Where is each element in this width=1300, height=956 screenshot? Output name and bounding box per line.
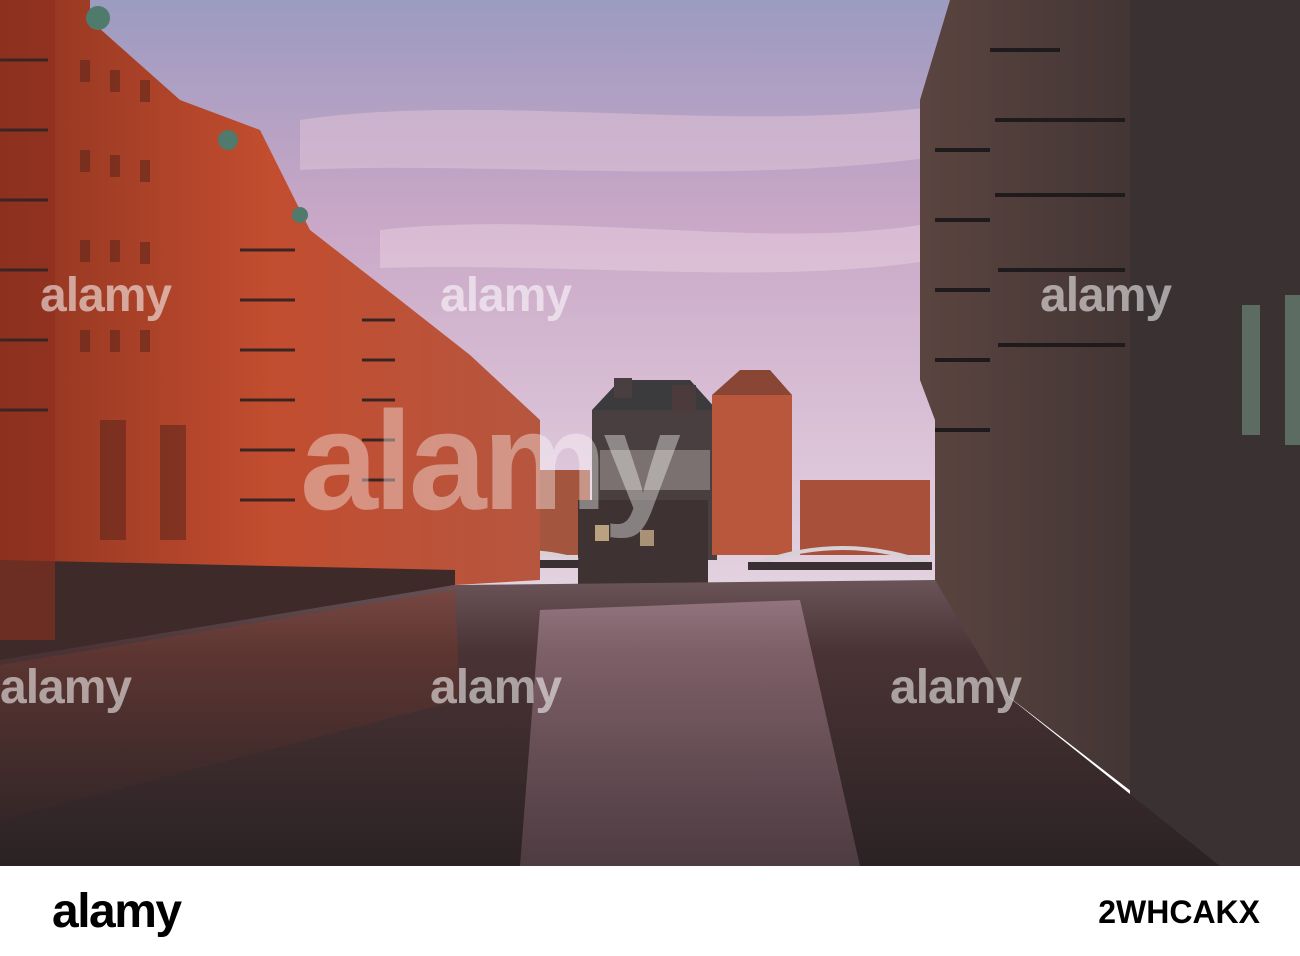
watermark: alamy — [40, 269, 172, 322]
watermark-large: alamy — [300, 382, 681, 539]
watermark: alamy — [890, 661, 1022, 714]
alamy-logo: alamy — [52, 885, 182, 938]
sky-reflection — [520, 600, 860, 866]
watermark: alamy — [1040, 269, 1172, 322]
right-bridge-deck — [748, 562, 932, 570]
watermark: alamy — [0, 661, 132, 714]
footer-bar: alamy 2WHCAKX — [0, 866, 1300, 956]
watermark: alamy — [430, 661, 562, 714]
watermark: alamy — [440, 269, 572, 322]
distant-warehouses — [800, 480, 930, 555]
image-id: 2WHCAKX — [1098, 894, 1260, 930]
image-stage: alamy alamy alamy alamy alamy alamy alam… — [0, 0, 1300, 956]
